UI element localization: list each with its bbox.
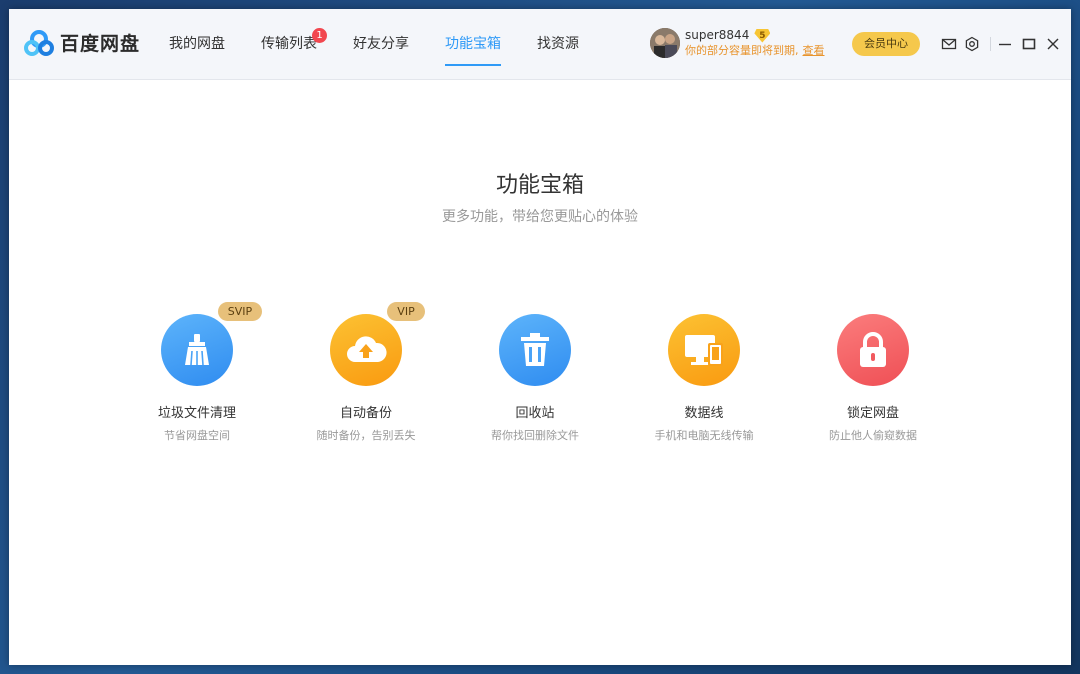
tab-label: 功能宝箱 [445,36,501,52]
tab-label: 找资源 [537,36,579,52]
tool-description: 防止他人偷窥数据 [829,429,917,442]
vip-level-badge: 5 [754,28,771,43]
lock-icon [860,332,886,367]
tab-label: 好友分享 [353,36,409,52]
app-logo[interactable]: 百度网盘 [24,29,140,56]
tool-label: 回收站 [515,406,555,421]
tab-toolbox[interactable]: 功能宝箱 [445,9,501,80]
tab-transfer-list[interactable]: 传输列表 1 [261,9,327,80]
maximize-icon[interactable] [1021,36,1037,52]
storage-expiry-notice: 你的部分容量即将到期, 查看 [685,43,825,58]
tab-find-resources[interactable]: 找资源 [537,9,579,80]
tool-icon-circle [161,314,233,386]
tool-icon-circle [499,314,571,386]
app-name: 百度网盘 [60,33,141,55]
tool-icon-circle [330,314,402,386]
view-link[interactable]: 查看 [803,44,825,57]
svip-badge: SVIP [218,302,262,321]
close-icon[interactable] [1045,36,1061,52]
app-window: 百度网盘 我的网盘 传输列表 1 好友分享 功能宝箱 找资源 super8844… [9,9,1071,665]
tool-lock-netdisk[interactable]: 锁定网盘 防止他人偷窥数据 [793,302,953,443]
title-bar: 百度网盘 我的网盘 传输列表 1 好友分享 功能宝箱 找资源 super8844… [9,9,1071,80]
minimize-icon[interactable] [997,36,1013,52]
tab-label: 我的网盘 [169,36,225,52]
tool-description: 手机和电脑无线传输 [654,429,754,442]
tab-friend-share[interactable]: 好友分享 [353,9,409,80]
transfer-count-badge: 1 [312,28,327,43]
tool-recycle-bin[interactable]: 回收站 帮你找回删除文件 [455,302,615,443]
avatar[interactable] [650,28,680,58]
page-title: 功能宝箱 [495,173,584,198]
mail-icon[interactable] [941,36,957,52]
tool-description: 节省网盘空间 [164,429,230,442]
titlebar-divider [990,37,991,51]
tool-data-cable[interactable]: 数据线 手机和电脑无线传输 [624,302,784,443]
notice-text: 你的部分容量即将到期, [685,44,799,57]
tool-auto-backup[interactable]: VIP 自动备份 随时备份，告别丢失 [286,302,446,443]
tool-label: 垃圾文件清理 [157,406,236,421]
devices-icon [685,335,723,366]
tool-description: 帮你找回删除文件 [491,429,579,442]
watermark: 值 什么值得买 [923,632,1068,664]
watermark-logo-icon: 值 [923,634,952,662]
broom-icon [185,334,209,366]
trash-icon [521,333,549,366]
settings-icon[interactable] [964,36,980,52]
vip-badge: VIP [387,302,425,321]
cloud-upload-icon [347,336,387,362]
member-center-button[interactable]: 会员中心 [852,32,920,56]
tool-label: 自动备份 [339,406,392,421]
tool-icon-circle [837,314,909,386]
username[interactable]: super8844 [685,28,749,43]
user-panel: super8844 5 你的部分容量即将到期, 查看 [650,28,825,58]
baidu-netdisk-logo-icon [24,29,54,56]
tool-icon-circle [668,314,740,386]
avatar-image [650,28,680,58]
tab-my-netdisk[interactable]: 我的网盘 [169,9,225,80]
tool-junk-cleanup[interactable]: SVIP 垃圾文件清理 节省网盘空间 [117,302,277,443]
page-subtitle: 更多功能，带给您更贴心的体验 [442,209,638,225]
tool-label: 数据线 [684,406,724,421]
tool-description: 随时备份，告别丢失 [316,429,416,442]
main-nav: 我的网盘 传输列表 1 好友分享 功能宝箱 找资源 [169,9,615,80]
watermark-text: 什么值得买 [957,638,1068,663]
tool-label: 锁定网盘 [846,406,899,421]
tab-label: 传输列表 [261,36,317,52]
